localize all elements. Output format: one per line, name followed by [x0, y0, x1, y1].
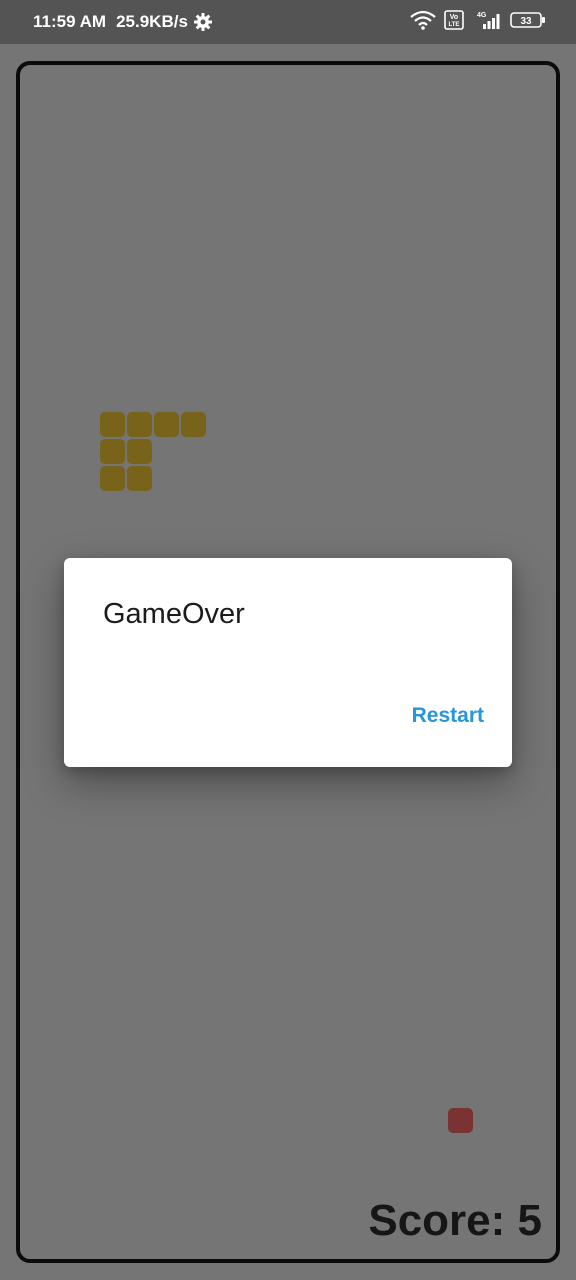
snake-segment	[181, 412, 206, 437]
score-label: Score: 5	[368, 1196, 542, 1245]
snake-segment	[100, 412, 125, 437]
battery-icon: 33	[510, 11, 546, 34]
snake-segment	[100, 439, 125, 464]
battery-level: 33	[520, 16, 532, 27]
status-net-speed: 25.9KB/s	[116, 12, 188, 31]
snake-segment	[100, 466, 125, 491]
snake-segment	[127, 466, 152, 491]
dialog-title: GameOver	[103, 598, 245, 630]
status-bar: 11:59 AM 25.9KB/s Vo LTE 4G 33	[0, 0, 576, 44]
wifi-icon	[410, 10, 436, 35]
svg-text:4G: 4G	[477, 12, 487, 19]
game-over-dialog: GameOver Restart	[64, 558, 512, 767]
svg-text:LTE: LTE	[449, 22, 460, 28]
volte-icon: Vo LTE	[444, 9, 464, 35]
signal-icon: 4G	[472, 10, 502, 35]
status-time: 11:59 AM	[33, 12, 107, 31]
status-right: Vo LTE 4G 33	[402, 9, 546, 35]
svg-text:Vo: Vo	[450, 14, 458, 21]
snake-segment	[154, 412, 179, 437]
status-left: 11:59 AM 25.9KB/s	[33, 12, 213, 32]
food-item	[448, 1108, 473, 1133]
restart-button[interactable]: Restart	[412, 702, 484, 730]
snake-segment	[127, 412, 152, 437]
gear-icon	[193, 12, 213, 32]
snake-segment	[127, 439, 152, 464]
